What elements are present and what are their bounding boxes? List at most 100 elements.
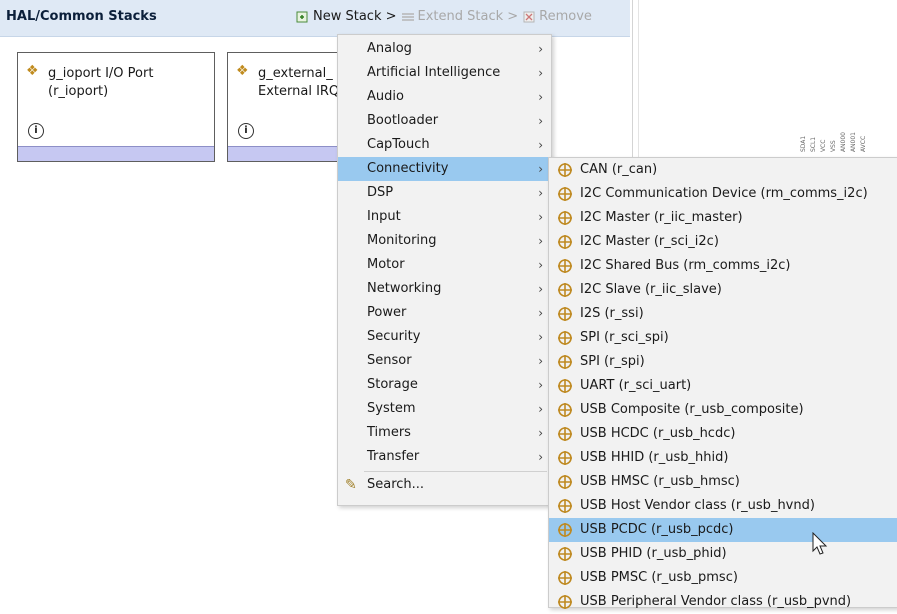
card-subtitle: External IRQ [258, 84, 340, 99]
submenu-item[interactable]: USB HHID (r_usb_hhid) [549, 446, 897, 470]
menu-item-label: Networking [367, 281, 442, 296]
menu-item-transfer[interactable]: Transfer › [338, 445, 551, 469]
remove-button[interactable]: Remove [522, 9, 592, 24]
module-icon [557, 258, 573, 274]
submenu-arrow-icon: › [538, 138, 543, 152]
submenu-item[interactable]: USB PMSC (r_usb_pmsc) [549, 566, 897, 590]
pin-label: AVCC [860, 135, 867, 153]
menu-item-label: Sensor [367, 353, 412, 368]
module-icon [557, 522, 573, 538]
submenu-item[interactable]: USB Host Vendor class (r_usb_hvnd) [549, 494, 897, 518]
submenu-arrow-icon: › [538, 42, 543, 56]
menu-item-label: Security [367, 329, 421, 344]
menu-item-captouch[interactable]: CapTouch › [338, 133, 551, 157]
extend-stack-button[interactable]: Extend Stack > [401, 9, 518, 24]
menu-item-storage[interactable]: Storage › [338, 373, 551, 397]
submenu-item[interactable]: I2S (r_ssi) [549, 302, 897, 326]
submenu-item[interactable]: SPI (r_spi) [549, 350, 897, 374]
submenu-item[interactable]: I2C Master (r_sci_i2c) [549, 230, 897, 254]
submenu-arrow-icon: › [538, 378, 543, 392]
module-icon: ❖ [26, 63, 39, 79]
stack-card-ioport[interactable]: ❖ g_ioport I/O Port (r_ioport) i [17, 52, 215, 162]
menu-item-label: CapTouch [367, 137, 430, 152]
submenu-item-label: I2C Slave (r_iic_slave) [580, 282, 722, 297]
submenu-item[interactable]: CAN (r_can) [549, 158, 897, 182]
submenu-arrow-icon: › [538, 90, 543, 104]
extend-stack-icon [401, 10, 415, 24]
menu-item-audio[interactable]: Audio › [338, 85, 551, 109]
submenu-item[interactable]: I2C Slave (r_iic_slave) [549, 278, 897, 302]
new-stack-icon [296, 10, 310, 24]
info-icon[interactable]: i [28, 123, 44, 139]
menu-item-timers[interactable]: Timers › [338, 421, 551, 445]
submenu-arrow-icon: › [538, 234, 543, 248]
submenu-item-label: USB HMSC (r_usb_hmsc) [580, 474, 740, 489]
module-icon: ❖ [236, 63, 249, 79]
menu-item-bootloader[interactable]: Bootloader › [338, 109, 551, 133]
submenu-item[interactable]: USB PHID (r_usb_phid) [549, 542, 897, 566]
menu-item-label: System [367, 401, 416, 416]
info-icon[interactable]: i [238, 123, 254, 139]
submenu-item[interactable]: SPI (r_sci_spi) [549, 326, 897, 350]
submenu-arrow-icon: › [538, 210, 543, 224]
submenu-item[interactable]: USB Composite (r_usb_composite) [549, 398, 897, 422]
module-icon [557, 498, 573, 514]
pin-label: SCL1 [810, 136, 817, 153]
card-title: g_ioport I/O Port [48, 66, 154, 81]
submenu-item[interactable]: I2C Master (r_iic_master) [549, 206, 897, 230]
menu-item-security[interactable]: Security › [338, 325, 551, 349]
module-icon [557, 162, 573, 178]
new-stack-button[interactable]: New Stack > [296, 9, 397, 24]
pin-label: AN001 [850, 132, 857, 153]
submenu-arrow-icon: › [538, 330, 543, 344]
menu-item-label: Audio [367, 89, 404, 104]
pin-labels: SDA1 SCL1 VCC VSS AN000 AN001 AVCC [800, 132, 867, 152]
module-icon [557, 426, 573, 442]
menu-item-sensor[interactable]: Sensor › [338, 349, 551, 373]
menu-item-label: Bootloader [367, 113, 439, 128]
menu-item-label: DSP [367, 185, 394, 200]
search-wand-icon: ✎ [345, 477, 357, 493]
menu-item-label: Power [367, 305, 407, 320]
menu-item-input[interactable]: Input › [338, 205, 551, 229]
submenu-item-label: I2C Communication Device (rm_comms_i2c) [580, 186, 868, 201]
submenu-item[interactable]: I2C Communication Device (rm_comms_i2c) [549, 182, 897, 206]
submenu-item-label: SPI (r_sci_spi) [580, 330, 669, 345]
submenu-item-label: USB HCDC (r_usb_hcdc) [580, 426, 736, 441]
submenu-arrow-icon: › [538, 354, 543, 368]
module-icon [557, 378, 573, 394]
menu-item-networking[interactable]: Networking › [338, 277, 551, 301]
menu-item-power[interactable]: Power › [338, 301, 551, 325]
submenu-item[interactable]: USB PCDC (r_usb_pcdc) [549, 518, 897, 542]
submenu-item-label: CAN (r_can) [580, 162, 658, 177]
menu-item-analog[interactable]: Analog › [338, 37, 551, 61]
menu-item-artificial-intelligence[interactable]: Artificial Intelligence › [338, 61, 551, 85]
module-icon [557, 306, 573, 322]
module-icon [557, 474, 573, 490]
menu-item-connectivity[interactable]: Connectivity › [338, 157, 551, 181]
submenu-item-label: I2S (r_ssi) [580, 306, 644, 321]
module-icon [557, 354, 573, 370]
menu-item-dsp[interactable]: DSP › [338, 181, 551, 205]
menu-item-search[interactable]: ✎ Search... [338, 473, 551, 497]
submenu-item[interactable]: UART (r_sci_uart) [549, 374, 897, 398]
submenu-item[interactable]: USB Peripheral Vendor class (r_usb_pvnd) [549, 590, 897, 614]
submenu-item-label: USB PMSC (r_usb_pmsc) [580, 570, 738, 585]
submenu-item[interactable]: USB HCDC (r_usb_hcdc) [549, 422, 897, 446]
submenu-arrow-icon: › [538, 426, 543, 440]
menu-item-system[interactable]: System › [338, 397, 551, 421]
module-icon [557, 402, 573, 418]
submenu-item-label: USB Peripheral Vendor class (r_usb_pvnd) [580, 594, 852, 609]
remove-icon [522, 10, 536, 24]
menu-item-label: Input [367, 209, 401, 224]
menu-item-label: Motor [367, 257, 405, 272]
submenu-arrow-icon: › [538, 306, 543, 320]
pin-label: AN000 [840, 132, 847, 153]
submenu-item[interactable]: I2C Shared Bus (rm_comms_i2c) [549, 254, 897, 278]
menu-item-motor[interactable]: Motor › [338, 253, 551, 277]
menu-item-monitoring[interactable]: Monitoring › [338, 229, 551, 253]
submenu-item-label: I2C Master (r_sci_i2c) [580, 234, 719, 249]
menu-separator [364, 471, 547, 472]
submenu-arrow-icon: › [538, 66, 543, 80]
submenu-item[interactable]: USB HMSC (r_usb_hmsc) [549, 470, 897, 494]
